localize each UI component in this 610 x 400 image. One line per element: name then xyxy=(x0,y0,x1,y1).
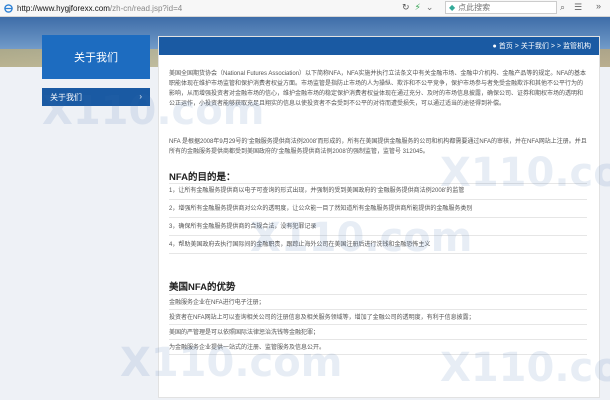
main-content: ● 首页 > 关于我们 > > 监管机构 美国全国期货协会（National F… xyxy=(158,36,600,398)
divider xyxy=(169,294,587,295)
divider xyxy=(169,235,587,236)
divider xyxy=(169,199,587,200)
divider xyxy=(169,183,587,184)
browser-address-bar: http://www.hygjforexx.com/zh-cn/read.jsp… xyxy=(0,0,610,17)
url-path: /zh-cn/read.jsp?id=4 xyxy=(109,3,183,13)
advantage-item: 为金融服务企业提供一站式的注册、监管服务及信息公开。 xyxy=(169,345,326,351)
breadcrumb-separator: > xyxy=(514,42,519,50)
advantage-item: 美国的严管理是可以依照国际法律惩治洗钱等金融犯罪； xyxy=(169,330,320,336)
breadcrumb-home[interactable]: 首页 xyxy=(499,41,513,51)
dropdown-icon[interactable]: ⌄ xyxy=(426,2,434,13)
goal-item: 2，增强所有金融服务提供商对公众的透明度，让公众能一目了然知道所有金融服务提供商… xyxy=(169,206,473,212)
advantages-heading: 美国NFA的优势 xyxy=(169,282,236,293)
browser-logo-icon xyxy=(4,3,13,13)
refresh-icon[interactable]: ↻ xyxy=(402,2,410,13)
breadcrumb: ● 首页 > 关于我们 > > 监管机构 xyxy=(493,41,591,51)
search-icon[interactable]: ⌕ xyxy=(560,2,565,13)
search-engine-icon: ◆ xyxy=(449,3,456,12)
breadcrumb-current: 监管机构 xyxy=(563,43,591,50)
divider xyxy=(169,324,587,325)
url-host: http://www.hygjforexx.com xyxy=(17,3,110,13)
breadcrumb-about[interactable]: 关于我们 xyxy=(521,41,549,51)
goals-heading: NFA的目的是： xyxy=(169,172,236,183)
chevron-right-icon: › xyxy=(139,92,142,101)
nfa-paragraph: NFA 是根据2008年9月29号的‘金融服务提供商法例2008’而形成的，所有… xyxy=(169,139,587,155)
breadcrumb-bar: ● 首页 > 关于我们 > > 监管机构 xyxy=(159,37,599,55)
divider xyxy=(169,309,587,310)
search-input[interactable] xyxy=(458,3,539,12)
url-field[interactable]: http://www.hygjforexx.com/zh-cn/read.jsp… xyxy=(17,4,182,13)
divider xyxy=(169,354,587,355)
advantage-item: 投资者在NFA网站上可以查询相关公司的注册信息及相关服务领域等，增加了金融公司的… xyxy=(169,315,475,321)
goal-item: 1，让所有金融服务提供商以电子可查询的形式出现，并强制的受到美国政府的‘金融服务… xyxy=(169,188,465,194)
more-icon[interactable]: » xyxy=(596,1,601,11)
divider xyxy=(169,217,587,218)
lightning-icon[interactable]: ⚡ xyxy=(415,2,421,13)
goal-item: 3，确保所有金融服务提供商的合规合法，没有犯罪记录 xyxy=(169,224,317,230)
intro-paragraph: 美国全国期货协会（National Futures Association）以下… xyxy=(169,71,587,107)
divider xyxy=(169,339,587,340)
location-icon: ● xyxy=(492,42,497,50)
breadcrumb-separator: > > xyxy=(550,42,561,50)
menu-icon[interactable]: ☰ xyxy=(574,2,582,13)
advantage-item: 金融服务企业在NFA进行电子注册； xyxy=(169,300,265,306)
sidebar-item-label: 关于我们 xyxy=(50,92,82,102)
search-box[interactable]: ◆ xyxy=(445,1,557,14)
goal-item: 4，帮助美国政府去执行国际间的金融职责，跟踪止海外公司在美国注册后进行洗钱和金融… xyxy=(169,242,431,248)
sidebar-item-about[interactable]: 关于我们 › xyxy=(42,88,150,106)
divider xyxy=(169,253,587,254)
sidebar-title: 关于我们 xyxy=(42,35,150,79)
